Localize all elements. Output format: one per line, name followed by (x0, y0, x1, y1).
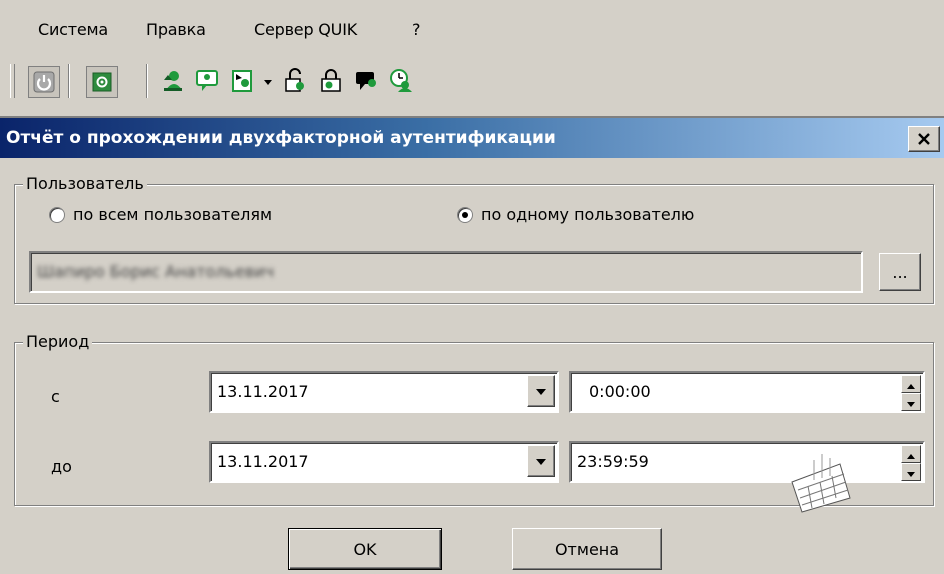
period-group-legend: Период (23, 332, 93, 351)
cancel-button-label: Отмена (554, 539, 620, 559)
to-date-dropdown-button[interactable] (527, 445, 555, 477)
user-clock-button[interactable] (386, 66, 416, 96)
user-groupbox: Пользователь по всем пользователям по од… (14, 174, 934, 304)
radio-all-users-circle[interactable] (49, 206, 65, 223)
user-field[interactable]: Шапиро Борис Анатольевич (29, 251, 863, 293)
user-lock-icon (318, 68, 344, 94)
browse-user-label: ... (892, 262, 908, 282)
from-date-dropdown-button[interactable] (527, 375, 555, 407)
menu-system[interactable]: Система (38, 20, 108, 39)
dialog-title-bar[interactable]: Отчёт о прохождении двухфакторной аутент… (0, 116, 944, 158)
user-upload-button[interactable] (158, 66, 188, 96)
user-clock-icon (388, 68, 414, 94)
toolbar (0, 58, 944, 108)
from-date-combo[interactable]: 13.11.2017 (209, 371, 559, 413)
browse-user-button[interactable]: ... (879, 253, 921, 291)
user-key-icon (230, 68, 256, 94)
user-field-value: Шапиро Борис Анатольевич (37, 262, 275, 281)
from-label: с (51, 387, 60, 406)
user-unlock-button[interactable] (280, 66, 310, 96)
chevron-down-icon (536, 453, 546, 469)
triangle-up-icon (907, 446, 915, 462)
ok-button-label: OK (353, 539, 377, 559)
user-key-dropdown[interactable] (262, 72, 274, 88)
user-key-button[interactable] (228, 66, 258, 96)
menu-server-quik[interactable]: Сервер QUIK (254, 20, 357, 39)
menu-edit[interactable]: Правка (146, 20, 206, 39)
menu-help[interactable]: ? (412, 20, 421, 39)
user-unlock-icon (282, 68, 308, 94)
from-time-value: 0:00:00 (589, 382, 651, 401)
user-lock-button[interactable] (316, 66, 346, 96)
chevron-down-icon (264, 71, 272, 90)
to-time-decrement[interactable] (901, 463, 921, 481)
settings-icon (91, 71, 113, 93)
to-time-spinner[interactable]: 23:59:59 (569, 441, 925, 483)
power-button[interactable] (28, 66, 60, 98)
radio-one-user-circle[interactable] (457, 206, 473, 223)
toolbar-separator (68, 64, 70, 98)
from-time-decrement[interactable] (901, 393, 921, 411)
triangle-down-icon (907, 394, 915, 410)
to-date-combo[interactable]: 13.11.2017 (209, 441, 559, 483)
radio-all-users[interactable]: по всем пользователям (49, 205, 272, 224)
from-time-spin-buttons[interactable] (901, 375, 921, 411)
radio-one-user[interactable]: по одному пользователю (457, 205, 694, 224)
radio-one-user-label: по одному пользователю (481, 205, 695, 224)
dialog-title: Отчёт о прохождении двухфакторной аутент… (6, 128, 556, 148)
user-upload-icon (160, 68, 186, 94)
menu-bar: Система Правка Сервер QUIK ? (0, 0, 944, 56)
user-chat-icon (354, 68, 380, 94)
triangle-down-icon (907, 464, 915, 480)
triangle-up-icon (907, 376, 915, 392)
to-time-increment[interactable] (901, 445, 921, 463)
settings-button[interactable] (86, 66, 118, 98)
user-message-button[interactable] (192, 66, 222, 96)
cancel-button[interactable]: Отмена (512, 528, 662, 570)
user-message-icon (194, 68, 220, 94)
user-chat-button[interactable] (352, 66, 382, 96)
to-date-value: 13.11.2017 (217, 452, 309, 471)
radio-all-users-label: по всем пользователям (73, 205, 273, 224)
chevron-down-icon (536, 383, 546, 399)
toolbar-grip[interactable] (10, 64, 15, 98)
to-label: до (51, 457, 72, 476)
to-time-value: 23:59:59 (577, 452, 649, 471)
user-group-legend: Пользователь (23, 174, 147, 193)
close-button[interactable] (908, 126, 940, 152)
from-time-spinner[interactable]: 0:00:00 (569, 371, 925, 413)
from-date-value: 13.11.2017 (217, 382, 309, 401)
power-icon (33, 71, 55, 93)
ok-button[interactable]: OK (288, 528, 442, 570)
from-time-increment[interactable] (901, 375, 921, 393)
table-cursor-icon (784, 446, 856, 514)
close-icon (918, 130, 930, 149)
toolbar-separator (146, 64, 148, 98)
to-time-spin-buttons[interactable] (901, 445, 921, 481)
